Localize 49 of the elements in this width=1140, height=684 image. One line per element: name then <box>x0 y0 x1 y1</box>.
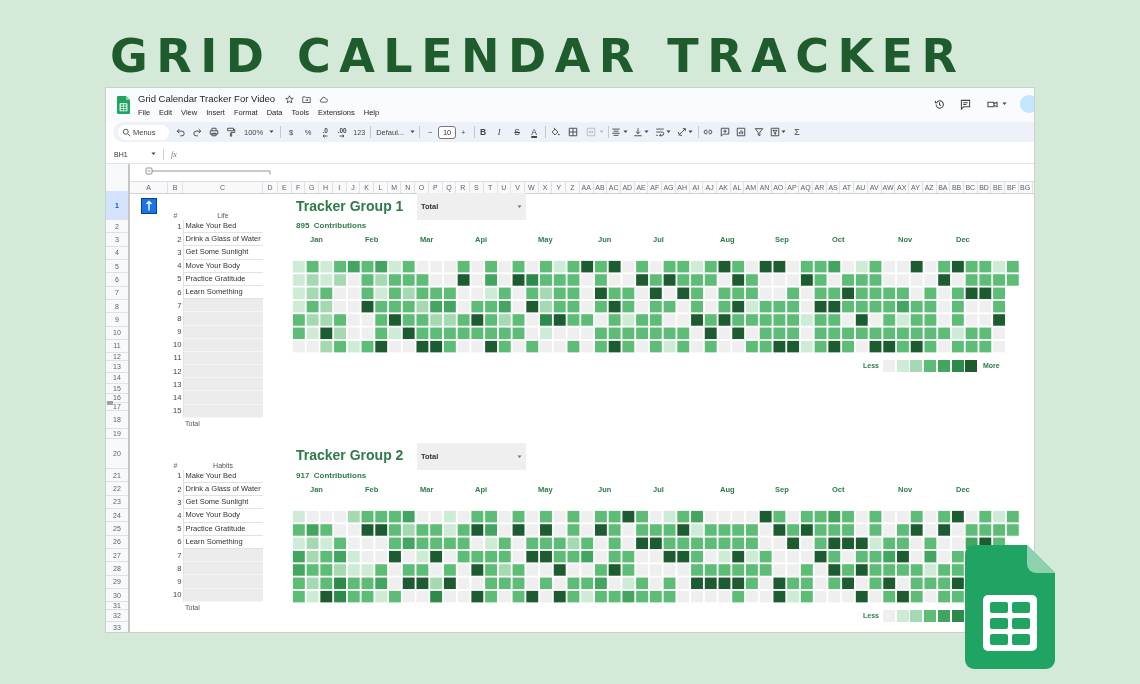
grid-icon[interactable] <box>568 127 579 137</box>
caret-icon <box>410 130 416 134</box>
strikethrough-button[interactable]: S <box>512 124 523 140</box>
functions-button[interactable]: Σ <box>792 124 803 140</box>
bold-button[interactable]: B <box>478 124 489 140</box>
redo-icon[interactable] <box>192 127 202 137</box>
arrow-down-line-icon[interactable] <box>633 127 644 137</box>
printer-icon[interactable] <box>209 127 219 137</box>
filter-box-icon[interactable] <box>770 127 781 137</box>
caret-icon[interactable] <box>1002 102 1007 106</box>
tracker-title: Tracker Group 1 <box>296 197 404 214</box>
banner-title: GRID CALENDAR TRACKER <box>110 33 966 79</box>
align-center-icon[interactable] <box>611 127 622 137</box>
search-icon <box>122 127 131 137</box>
filter-icon[interactable] <box>754 127 765 137</box>
arrow-left-icon <box>322 133 329 138</box>
folder-icon[interactable] <box>302 94 312 104</box>
comment-icon[interactable] <box>960 98 971 110</box>
document-title[interactable]: Grid Calendar Tracker For Video <box>138 93 276 105</box>
star-icon[interactable] <box>285 94 295 104</box>
bar-chart-icon[interactable] <box>736 127 747 137</box>
contributions-count: 895 Contributions <box>296 221 367 231</box>
arrow-right-icon <box>339 133 346 138</box>
diagonal-arrow-icon[interactable] <box>677 127 688 137</box>
caret-icon <box>151 152 156 156</box>
comment-plus-icon[interactable] <box>720 127 731 137</box>
caret-icon[interactable] <box>688 130 694 134</box>
spreadsheet-file-icon[interactable] <box>117 96 130 114</box>
fx-label: fx <box>171 149 177 159</box>
tracker-title: Tracker Group 2 <box>296 447 404 464</box>
caret-icon[interactable] <box>644 130 650 134</box>
paint-roller-icon[interactable] <box>226 127 236 137</box>
caret-icon[interactable] <box>666 130 672 134</box>
history-icon[interactable] <box>934 98 945 110</box>
double-line-icon[interactable] <box>107 400 113 405</box>
caret-icon[interactable] <box>623 130 629 134</box>
paint-bucket-icon[interactable] <box>550 127 561 137</box>
caret-icon <box>517 204 522 209</box>
contributions-count: 917 Contributions <box>296 470 367 481</box>
caret-icon <box>517 454 522 459</box>
link-icon[interactable] <box>703 127 714 137</box>
italic-button[interactable]: I <box>494 124 505 140</box>
caret-icon[interactable] <box>781 130 787 134</box>
text-color-button[interactable]: A <box>529 124 540 140</box>
caret-icon <box>269 130 275 134</box>
cloud-icon[interactable] <box>319 94 329 104</box>
undo-icon[interactable] <box>176 127 186 137</box>
text-wrap-icon[interactable] <box>655 127 666 137</box>
video-camera-icon[interactable] <box>987 98 998 110</box>
